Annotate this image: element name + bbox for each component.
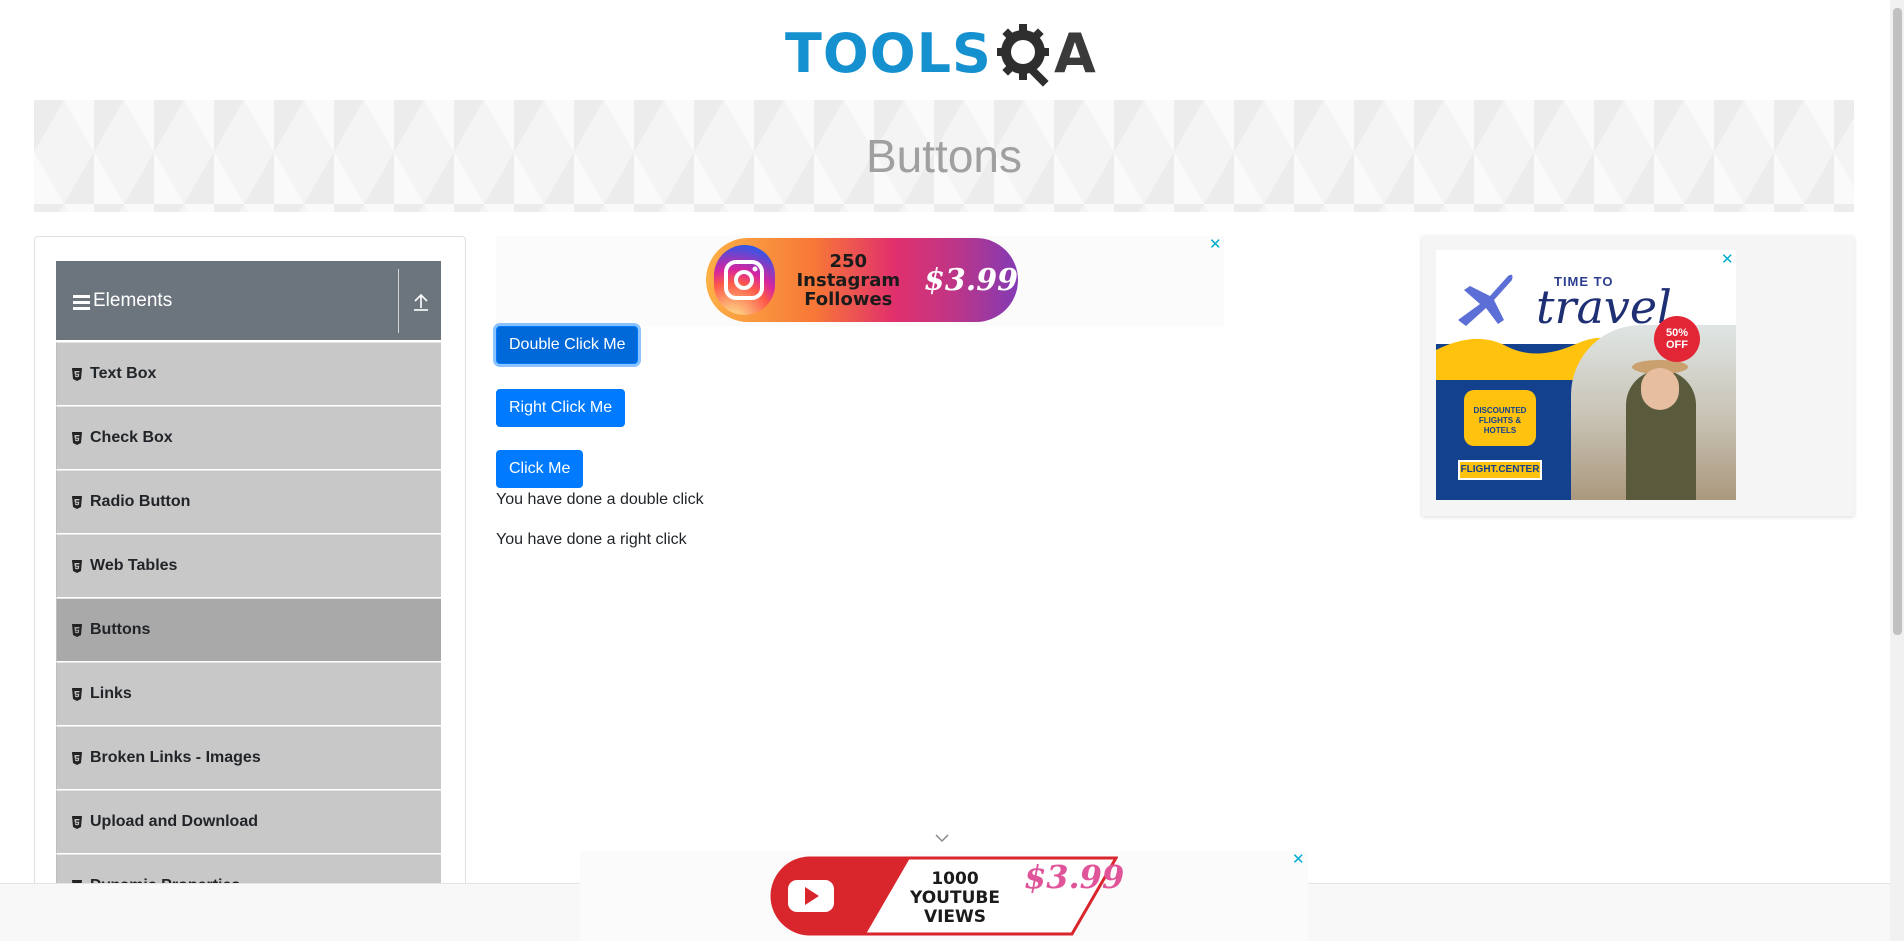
html5-icon (72, 687, 82, 701)
sidebar-item-check-box[interactable]: Check Box (56, 406, 441, 470)
html5-icon (72, 431, 82, 445)
logo-text: TOOLS (785, 22, 992, 85)
sidebar-item-label: Web Tables (90, 557, 178, 574)
sidebar-item-label: Broken Links - Images (90, 749, 261, 766)
logo-text-tail: A (1053, 22, 1096, 85)
sidebar-item-label: Radio Button (90, 493, 191, 510)
sidebar-item-buttons[interactable]: Buttons (56, 598, 441, 662)
face-shape (1641, 368, 1679, 410)
html5-icon (72, 559, 82, 573)
discount-bubble: DISCOUNTED FLIGHTS & HOTELS (1464, 390, 1536, 446)
html5-icon (72, 623, 82, 637)
toolsqa-logo[interactable]: TOOLS A (785, 18, 1096, 90)
sidebar-group-title: Elements (93, 289, 173, 311)
sidebar-item-label: Buttons (90, 621, 151, 638)
html5-icon (72, 815, 82, 829)
click-me-button[interactable]: Click Me (496, 450, 584, 488)
menu-icon (73, 294, 90, 310)
sidebar-item-label: Upload and Download (90, 813, 258, 830)
youtube-ad-price: $3.99 (1024, 858, 1125, 896)
youtube-ad-text: 1000 YOUTUBE VIEWS (910, 869, 1000, 927)
header-divider (398, 269, 399, 333)
instagram-ad-banner[interactable]: 250 Instagram Followes $3.99 (706, 238, 1018, 322)
travel-ad-banner[interactable]: TIME TO travel 50% OFF DISCOUNTED FLIGHT… (1436, 250, 1736, 500)
html5-icon (72, 495, 82, 509)
sidebar-item-radio-button[interactable]: Radio Button (56, 470, 441, 534)
sidebar-item-label: Check Box (90, 429, 173, 446)
gear-magnifier-icon (996, 24, 1049, 87)
sidebar-menu: Text Box Check Box Radio Button Web Tabl… (56, 342, 441, 918)
right-click-message: You have done a right click (496, 531, 687, 548)
page-title: Buttons (866, 130, 1022, 182)
page-scrollbar[interactable] (1890, 0, 1904, 941)
sidebar-item-broken-links[interactable]: Broken Links - Images (56, 726, 441, 790)
sidebar-item-web-tables[interactable]: Web Tables (56, 534, 441, 598)
sidebar-group-header-elements[interactable]: Elements (56, 261, 441, 340)
discount-badge: 50% OFF (1654, 316, 1700, 362)
sidebar: Elements Text Box Check Box Radio Button… (34, 236, 466, 941)
sidebar-item-text-box[interactable]: Text Box (56, 342, 441, 406)
double-click-button[interactable]: Double Click Me (496, 326, 639, 364)
instagram-ad-text: 250 Instagram Followes (796, 250, 901, 310)
airplane-icon (1458, 274, 1513, 326)
bottom-ad-close-icon[interactable]: ✕ (1292, 852, 1305, 867)
sidebar-item-upload-download[interactable]: Upload and Download (56, 790, 441, 854)
sidebar-item-label: Links (90, 685, 132, 702)
html5-icon (72, 367, 82, 381)
chevron-down-icon[interactable] (934, 833, 950, 843)
scrollbar-thumb[interactable] (1893, 8, 1902, 635)
top-ad-close-icon[interactable]: ✕ (1209, 237, 1222, 252)
right-click-button[interactable]: Right Click Me (496, 389, 626, 427)
brand-label: FLIGHT.CENTER (1458, 460, 1542, 480)
sidebar-item-links[interactable]: Links (56, 662, 441, 726)
instagram-icon (714, 245, 775, 315)
collapse-arrow-icon[interactable] (412, 291, 430, 313)
sidebar-item-label: Text Box (90, 365, 157, 382)
travel-ad-title: travel (1536, 280, 1672, 334)
double-click-message: You have done a double click (496, 491, 704, 508)
right-ad-close-icon[interactable]: ✕ (1721, 252, 1734, 267)
html5-icon (72, 751, 82, 765)
page-banner: Buttons (34, 100, 1854, 212)
instagram-ad-price: $3.99 (924, 262, 1018, 298)
